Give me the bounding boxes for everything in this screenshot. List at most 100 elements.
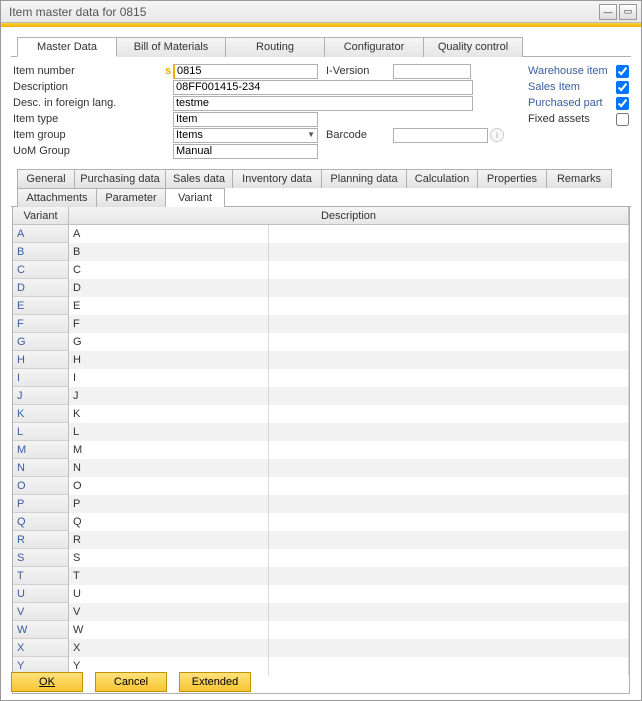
cell-description[interactable] bbox=[269, 639, 629, 657]
cell-description[interactable] bbox=[269, 423, 629, 441]
cell-variant[interactable]: N bbox=[69, 459, 269, 477]
cell-variant[interactable]: G bbox=[69, 333, 269, 351]
table-row[interactable]: GG bbox=[13, 333, 629, 351]
table-row[interactable]: HH bbox=[13, 351, 629, 369]
cell-variant[interactable]: B bbox=[69, 243, 269, 261]
minimize-button[interactable]: — bbox=[599, 4, 617, 20]
row-header[interactable]: S bbox=[13, 549, 69, 567]
row-header[interactable]: G bbox=[13, 333, 69, 351]
cell-description[interactable] bbox=[269, 441, 629, 459]
cell-variant[interactable]: W bbox=[69, 621, 269, 639]
cell-variant[interactable]: A bbox=[69, 225, 269, 243]
row-header[interactable]: H bbox=[13, 351, 69, 369]
table-row[interactable]: DD bbox=[13, 279, 629, 297]
item-type-input[interactable] bbox=[173, 112, 318, 127]
table-row[interactable]: II bbox=[13, 369, 629, 387]
row-header[interactable]: X bbox=[13, 639, 69, 657]
sales-item-checkbox[interactable] bbox=[616, 81, 629, 94]
maximize-button[interactable]: ▭ bbox=[619, 4, 637, 20]
table-row[interactable]: OO bbox=[13, 477, 629, 495]
cell-description[interactable] bbox=[269, 621, 629, 639]
main-tab-configurator[interactable]: Configurator bbox=[324, 37, 424, 57]
main-tab-routing[interactable]: Routing bbox=[225, 37, 325, 57]
cell-description[interactable] bbox=[269, 387, 629, 405]
barcode-input[interactable] bbox=[393, 128, 488, 143]
cell-description[interactable] bbox=[269, 585, 629, 603]
cell-description[interactable] bbox=[269, 513, 629, 531]
grid-header-variant[interactable]: Variant bbox=[13, 207, 69, 224]
cell-variant[interactable]: P bbox=[69, 495, 269, 513]
cell-description[interactable] bbox=[269, 657, 629, 675]
table-row[interactable]: MM bbox=[13, 441, 629, 459]
cell-description[interactable] bbox=[269, 567, 629, 585]
cell-variant[interactable]: F bbox=[69, 315, 269, 333]
row-header[interactable]: K bbox=[13, 405, 69, 423]
row-header[interactable]: D bbox=[13, 279, 69, 297]
cell-description[interactable] bbox=[269, 531, 629, 549]
sub-tab-remarks[interactable]: Remarks bbox=[546, 169, 612, 188]
cell-description[interactable] bbox=[269, 459, 629, 477]
i-version-input[interactable] bbox=[393, 64, 471, 79]
cell-variant[interactable]: D bbox=[69, 279, 269, 297]
cell-variant[interactable]: H bbox=[69, 351, 269, 369]
table-row[interactable]: SS bbox=[13, 549, 629, 567]
table-row[interactable]: NN bbox=[13, 459, 629, 477]
table-row[interactable]: QQ bbox=[13, 513, 629, 531]
sub-tab-properties[interactable]: Properties bbox=[477, 169, 547, 188]
sub-tab-sales-data[interactable]: Sales data bbox=[165, 169, 233, 188]
row-header[interactable]: M bbox=[13, 441, 69, 459]
cell-variant[interactable]: K bbox=[69, 405, 269, 423]
cell-variant[interactable]: U bbox=[69, 585, 269, 603]
row-header[interactable]: C bbox=[13, 261, 69, 279]
sub-tab-parameter[interactable]: Parameter bbox=[96, 188, 166, 207]
table-row[interactable]: XX bbox=[13, 639, 629, 657]
row-header[interactable]: V bbox=[13, 603, 69, 621]
cell-description[interactable] bbox=[269, 405, 629, 423]
row-header[interactable]: E bbox=[13, 297, 69, 315]
row-header[interactable]: J bbox=[13, 387, 69, 405]
cell-description[interactable] bbox=[269, 279, 629, 297]
cell-description[interactable] bbox=[269, 297, 629, 315]
sub-tab-general[interactable]: General bbox=[17, 169, 75, 188]
row-header[interactable]: P bbox=[13, 495, 69, 513]
table-row[interactable]: UU bbox=[13, 585, 629, 603]
cell-variant[interactable]: T bbox=[69, 567, 269, 585]
table-row[interactable]: JJ bbox=[13, 387, 629, 405]
cell-variant[interactable]: C bbox=[69, 261, 269, 279]
extended-button[interactable]: Extended bbox=[179, 672, 251, 692]
table-row[interactable]: LL bbox=[13, 423, 629, 441]
cell-variant[interactable]: S bbox=[69, 549, 269, 567]
row-header[interactable]: I bbox=[13, 369, 69, 387]
table-row[interactable]: RR bbox=[13, 531, 629, 549]
barcode-info-icon[interactable]: i bbox=[490, 128, 504, 142]
cell-description[interactable] bbox=[269, 477, 629, 495]
cell-description[interactable] bbox=[269, 351, 629, 369]
ok-button[interactable]: OK bbox=[11, 672, 83, 692]
main-tab-master-data[interactable]: Master Data bbox=[17, 37, 117, 57]
cell-variant[interactable]: I bbox=[69, 369, 269, 387]
sub-tab-inventory-data[interactable]: Inventory data bbox=[232, 169, 322, 188]
table-row[interactable]: BB bbox=[13, 243, 629, 261]
row-header[interactable]: F bbox=[13, 315, 69, 333]
cell-variant[interactable]: Q bbox=[69, 513, 269, 531]
sub-tab-attachments[interactable]: Attachments bbox=[17, 188, 97, 207]
row-header[interactable]: T bbox=[13, 567, 69, 585]
main-tab-quality-control[interactable]: Quality control bbox=[423, 37, 523, 57]
table-row[interactable]: FF bbox=[13, 315, 629, 333]
cell-description[interactable] bbox=[269, 315, 629, 333]
row-header[interactable]: U bbox=[13, 585, 69, 603]
row-header[interactable]: N bbox=[13, 459, 69, 477]
desc-foreign-input[interactable] bbox=[173, 96, 473, 111]
row-header[interactable]: O bbox=[13, 477, 69, 495]
cancel-button[interactable]: Cancel bbox=[95, 672, 167, 692]
sub-tab-calculation[interactable]: Calculation bbox=[406, 169, 478, 188]
cell-description[interactable] bbox=[269, 369, 629, 387]
table-row[interactable]: TT bbox=[13, 567, 629, 585]
sub-tab-variant[interactable]: Variant bbox=[165, 188, 225, 207]
cell-variant[interactable]: V bbox=[69, 603, 269, 621]
table-row[interactable]: PP bbox=[13, 495, 629, 513]
row-header[interactable]: A bbox=[13, 225, 69, 243]
cell-description[interactable] bbox=[269, 495, 629, 513]
cell-variant[interactable]: E bbox=[69, 297, 269, 315]
row-header[interactable]: L bbox=[13, 423, 69, 441]
